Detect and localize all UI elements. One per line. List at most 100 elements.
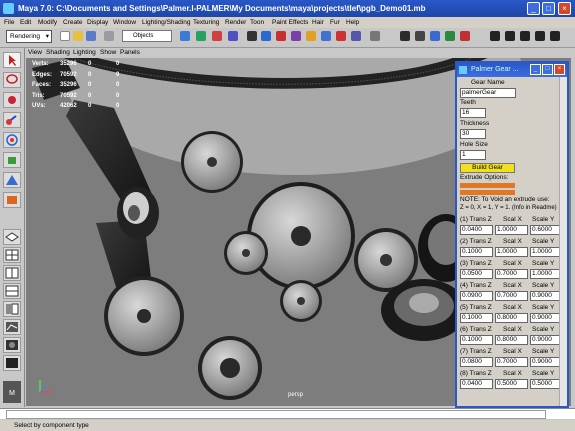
extrude-7-trans-z[interactable]: 0.0800 xyxy=(460,357,493,367)
extrude-3-scale-y[interactable]: 1.0000 xyxy=(530,269,562,279)
extrude-5-trans-z[interactable]: 0.1000 xyxy=(460,313,493,323)
gear-window-minimize-icon[interactable]: _ xyxy=(530,64,541,75)
mel-command-input[interactable] xyxy=(6,410,546,419)
graph-editor-icon[interactable] xyxy=(460,31,470,41)
extrude-2-scale-y[interactable]: 1.0000 xyxy=(530,247,562,257)
menu-fur[interactable]: Fur xyxy=(330,17,340,28)
layout-graph-icon[interactable] xyxy=(3,319,21,335)
extrude-3-trans-z[interactable]: 0.0500 xyxy=(460,269,493,279)
render-view-icon[interactable] xyxy=(336,31,346,41)
attribute-editor-icon[interactable] xyxy=(415,31,425,41)
paint-select-icon[interactable] xyxy=(3,92,21,108)
menu-texturing[interactable]: Texturing xyxy=(193,17,219,28)
render-settings-icon[interactable] xyxy=(306,31,316,41)
viewport-menu-shading[interactable]: Shading xyxy=(46,48,70,58)
layout-outliner-icon[interactable] xyxy=(3,301,21,317)
menu-modify[interactable]: Modify xyxy=(38,17,57,28)
extrude-4-scale-x[interactable]: 0.7000 xyxy=(495,291,528,301)
extrude-6-scale-y[interactable]: 0.9000 xyxy=(530,335,562,345)
layout-stacked-icon[interactable] xyxy=(3,283,21,299)
extrude-8-scale-x[interactable]: 0.5000 xyxy=(495,379,528,389)
extrude-6-scale-x[interactable]: 0.8000 xyxy=(495,335,528,345)
minimize-icon[interactable]: _ xyxy=(527,2,540,15)
hypershade-icon[interactable] xyxy=(321,31,331,41)
extrude-5-scale-y[interactable]: 0.9000 xyxy=(530,313,562,323)
layout-stack-icon[interactable] xyxy=(535,31,545,41)
new-scene-icon[interactable] xyxy=(60,31,70,41)
layout-single-pane-icon[interactable] xyxy=(3,229,21,245)
history-icon[interactable] xyxy=(247,31,257,41)
rotate-tool-icon[interactable] xyxy=(3,132,21,148)
extrude-1-trans-z[interactable]: 0.0400 xyxy=(460,225,493,235)
menu-toon[interactable]: Toon xyxy=(250,17,264,28)
menu-hair[interactable]: Hair xyxy=(312,17,324,28)
maximize-icon[interactable]: □ xyxy=(542,2,555,15)
extrude-7-scale-y[interactable]: 0.9000 xyxy=(530,357,562,367)
close-icon[interactable]: × xyxy=(558,2,571,15)
snap-curve-icon[interactable] xyxy=(196,31,206,41)
thickness-field[interactable]: 30 xyxy=(460,129,486,139)
select-mode-icon[interactable] xyxy=(104,31,114,41)
input-line-icon[interactable] xyxy=(351,31,361,41)
teeth-field[interactable]: 16 xyxy=(460,108,486,118)
extrude-7-scale-x[interactable]: 0.7000 xyxy=(495,357,528,367)
layout-persp-icon[interactable] xyxy=(550,31,560,41)
outliner-icon[interactable] xyxy=(445,31,455,41)
extrude-5-scale-x[interactable]: 0.8000 xyxy=(495,313,528,323)
last-tool-icon[interactable] xyxy=(3,192,21,208)
extrude-2-scale-x[interactable]: 1.0000 xyxy=(495,247,528,257)
extrude-6-trans-z[interactable]: 0.1000 xyxy=(460,335,493,345)
gear-window-close-icon[interactable]: × xyxy=(554,64,565,75)
lasso-tool-icon[interactable] xyxy=(3,72,21,88)
menu-paint-effects[interactable]: Paint Effects xyxy=(272,17,308,28)
scale-tool-icon[interactable] xyxy=(3,152,21,168)
viewport-menu-panels[interactable]: Panels xyxy=(120,48,140,58)
open-scene-icon[interactable] xyxy=(73,31,83,41)
viewport-menu-view[interactable]: View xyxy=(28,48,42,58)
layout-hypershade-icon[interactable] xyxy=(3,337,21,353)
extrude-slider-top[interactable] xyxy=(460,183,515,188)
menu-window[interactable]: Window xyxy=(113,17,136,28)
snap-grid-icon[interactable] xyxy=(180,31,190,41)
selection-mask-field[interactable]: Objects xyxy=(122,30,172,42)
menu-help[interactable]: Help xyxy=(346,17,359,28)
extrude-8-trans-z[interactable]: 0.0400 xyxy=(460,379,493,389)
extrude-3-scale-x[interactable]: 0.7000 xyxy=(495,269,528,279)
layout-single-icon[interactable] xyxy=(490,31,500,41)
save-scene-icon[interactable] xyxy=(86,31,96,41)
menu-render[interactable]: Render xyxy=(225,17,246,28)
construction-history-icon[interactable] xyxy=(261,31,271,41)
layout-two-pane-icon[interactable] xyxy=(3,265,21,281)
channel-box-icon[interactable] xyxy=(400,31,410,41)
extrude-8-scale-y[interactable]: 0.5000 xyxy=(530,379,562,389)
build-gear-button[interactable]: Build Gear xyxy=(460,163,515,173)
layout-script-icon[interactable] xyxy=(3,355,21,371)
menu-lighting-shading[interactable]: Lighting/Shading xyxy=(142,17,190,28)
menu-edit[interactable]: Edit xyxy=(20,17,31,28)
move-tool-icon[interactable] xyxy=(3,112,21,128)
extrude-slider-bottom[interactable] xyxy=(460,190,515,195)
snap-point-icon[interactable] xyxy=(212,31,222,41)
sidebar-toggle-icon[interactable] xyxy=(370,31,380,41)
extrude-4-trans-z[interactable]: 0.0900 xyxy=(460,291,493,301)
menu-set-dropdown[interactable]: Rendering ▾ xyxy=(6,30,52,43)
snap-plane-icon[interactable] xyxy=(228,31,238,41)
manipulator-tool-icon[interactable] xyxy=(3,172,21,188)
menu-display[interactable]: Display xyxy=(87,17,108,28)
menu-create[interactable]: Create xyxy=(63,17,83,28)
viewport-menu-lighting[interactable]: Lighting xyxy=(73,48,96,58)
layout-four-pane-icon[interactable] xyxy=(3,247,21,263)
gear-name-field[interactable]: palmerGear xyxy=(460,88,516,98)
viewport-menu-show[interactable]: Show xyxy=(100,48,116,58)
layout-four-icon[interactable] xyxy=(505,31,515,41)
extrude-1-scale-x[interactable]: 1.0000 xyxy=(495,225,528,235)
extrude-2-trans-z[interactable]: 0.1000 xyxy=(460,247,493,257)
gear-window-maximize-icon[interactable]: □ xyxy=(542,64,553,75)
menu-file[interactable]: File xyxy=(4,17,14,28)
extrude-4-scale-y[interactable]: 0.9000 xyxy=(530,291,562,301)
render-frame-icon[interactable] xyxy=(276,31,286,41)
extrude-1-scale-y[interactable]: 0.6000 xyxy=(530,225,562,235)
gear-window-scrollbar[interactable] xyxy=(559,77,567,406)
ipr-render-icon[interactable] xyxy=(291,31,301,41)
select-tool-icon[interactable] xyxy=(3,52,21,68)
